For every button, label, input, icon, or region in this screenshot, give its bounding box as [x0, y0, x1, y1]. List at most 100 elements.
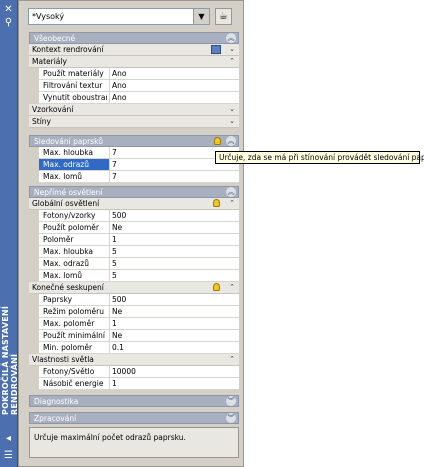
- auto-hide-icon[interactable]: ◂: [2, 433, 15, 445]
- preset-value: *Vysoký: [32, 12, 65, 21]
- properties-toggle-icon[interactable]: ⚲: [2, 17, 15, 29]
- property-row[interactable]: Režim poloměru Ne: [39, 306, 239, 318]
- property-value[interactable]: Ne: [109, 330, 239, 341]
- palette-titlebar[interactable]: ✕ ⚲ POKROČILÁ NASTAVENÍ RENDROVÁNÍ ◂ ☰: [0, 0, 19, 467]
- property-name: Použít materiály: [43, 69, 104, 78]
- render-context-icon[interactable]: [211, 45, 221, 54]
- category-render-context[interactable]: Kontext rendrování ⌄: [29, 44, 239, 56]
- property-row[interactable]: Použít poloměr Ne: [39, 222, 239, 234]
- chevron-down-icon[interactable]: ▼: [193, 9, 209, 24]
- property-row[interactable]: Vynutit oboustrannou Ano: [39, 92, 239, 104]
- property-value[interactable]: Ne: [109, 222, 239, 233]
- section-processing-header[interactable]: Zpracování ︾: [29, 412, 239, 424]
- property-row[interactable]: Fotony/Světlo 10000: [39, 366, 239, 378]
- section-title: Zpracování: [34, 414, 77, 423]
- category-label: Kontext rendrování: [32, 45, 104, 54]
- chevron-up-icon[interactable]: ⌃: [227, 198, 237, 208]
- property-value[interactable]: 1: [109, 318, 239, 329]
- category-materials[interactable]: Materiály ⌃: [29, 56, 239, 68]
- property-row[interactable]: Použít minimální Ne: [39, 330, 239, 342]
- property-name: Max. lomů: [43, 271, 83, 280]
- render-button[interactable]: ☕: [215, 8, 232, 25]
- property-name: Max. hloubka: [43, 247, 94, 256]
- property-row[interactable]: Fotony/vzorky 500: [39, 210, 239, 222]
- lightbulb-icon[interactable]: [213, 199, 220, 207]
- section-diagnostics-header[interactable]: Diagnostika ︾: [29, 395, 239, 407]
- property-value[interactable]: 1: [109, 378, 239, 389]
- property-name: Poloměr: [43, 235, 74, 244]
- property-name: Fotony/Světlo: [43, 367, 95, 376]
- category-sampling[interactable]: Vzorkování ⌄: [29, 104, 239, 116]
- category-light-properties[interactable]: Vlastnosti světla ⌃: [29, 354, 239, 366]
- property-row[interactable]: Použít materiály Ano: [39, 68, 239, 80]
- chevron-up-icon[interactable]: ⌃: [227, 282, 237, 292]
- property-value[interactable]: 500: [109, 294, 239, 305]
- property-value[interactable]: 5: [109, 246, 239, 257]
- chevron-down-icon[interactable]: ︾: [226, 413, 236, 423]
- property-value[interactable]: Ano: [109, 92, 239, 103]
- property-value[interactable]: Ano: [109, 80, 239, 91]
- chevron-up-icon[interactable]: ︽: [226, 33, 236, 43]
- property-row[interactable]: Max. hloubka 5: [39, 246, 239, 258]
- property-value[interactable]: 0.1: [109, 342, 239, 353]
- property-name: Max. lomů: [43, 172, 83, 181]
- chevron-up-icon[interactable]: ⌃: [227, 354, 237, 364]
- chevron-down-icon[interactable]: ⌄: [227, 116, 237, 126]
- properties-icon[interactable]: ☰: [2, 450, 15, 462]
- property-row[interactable]: Poloměr 1: [39, 234, 239, 246]
- chevron-down-icon[interactable]: ⌄: [227, 104, 237, 114]
- property-value[interactable]: 10000: [109, 366, 239, 377]
- property-row[interactable]: Max. lomů 7: [39, 171, 239, 183]
- chevron-up-icon[interactable]: ︽: [226, 187, 236, 197]
- property-row[interactable]: Min. poloměr 0.1: [39, 342, 239, 354]
- property-row[interactable]: Filtrování textur Ano: [39, 80, 239, 92]
- property-row[interactable]: Max. poloměr 1: [39, 318, 239, 330]
- property-name: Max. hloubka: [43, 148, 94, 157]
- pin-icon[interactable]: ✕: [2, 4, 15, 16]
- category-label: Vzorkování: [32, 105, 74, 114]
- category-global-illumination[interactable]: Globální osvětlení ⌃: [29, 198, 239, 210]
- property-value[interactable]: 1: [109, 234, 239, 245]
- section-raytrace-header[interactable]: Sledování paprsků ︽: [29, 135, 239, 147]
- property-value[interactable]: 5: [109, 270, 239, 281]
- section-title: Nepřímé osvětlení: [34, 188, 103, 197]
- property-value[interactable]: 500: [109, 210, 239, 221]
- property-row[interactable]: Max. odrazů 5: [39, 258, 239, 270]
- property-name: Použít poloměr: [43, 223, 99, 232]
- property-name: Max. odrazů: [39, 159, 109, 170]
- property-name: Filtrování textur: [43, 81, 103, 90]
- property-row[interactable]: Paprsky 500: [39, 294, 239, 306]
- property-row-selected[interactable]: Max. odrazů 7: [39, 159, 239, 171]
- property-value[interactable]: Ne: [109, 306, 239, 317]
- property-row[interactable]: Násobič energie 1: [39, 378, 239, 390]
- property-row[interactable]: Max. hloubka 7: [39, 147, 239, 159]
- property-value[interactable]: 7: [109, 171, 239, 182]
- section-general-header[interactable]: Všeobecné ︽: [29, 32, 239, 44]
- property-row[interactable]: Max. lomů 5: [39, 270, 239, 282]
- chevron-up-icon[interactable]: ⌃: [227, 56, 237, 66]
- property-value[interactable]: 5: [109, 258, 239, 269]
- chevron-down-icon[interactable]: ⌄: [227, 44, 237, 54]
- property-name: Max. odrazů: [43, 259, 89, 268]
- lightbulb-icon[interactable]: [213, 283, 220, 291]
- chevron-down-icon[interactable]: ︾: [226, 396, 236, 406]
- category-label: Stíny: [32, 117, 51, 126]
- property-name: Použít minimální: [43, 331, 105, 340]
- description-text: Určuje maximální počet odrazů paprsku.: [34, 433, 186, 442]
- category-label: Konečné seskupení: [32, 283, 104, 292]
- section-indirect-header[interactable]: Nepřímé osvětlení ︽: [29, 186, 239, 198]
- property-name: Násobič energie: [43, 379, 104, 388]
- category-shadows[interactable]: Stíny ⌄: [29, 116, 239, 128]
- chevron-up-icon[interactable]: ︽: [226, 136, 236, 146]
- property-name: Režim poloměru: [43, 307, 104, 316]
- tooltip: Určuje, zda se má při stínování provádět…: [215, 151, 424, 164]
- property-name: Max. poloměr: [43, 319, 95, 328]
- category-label: Materiály: [32, 57, 67, 66]
- category-final-gather[interactable]: Konečné seskupení ⌃: [29, 282, 239, 294]
- section-title: Všeobecné: [34, 34, 76, 43]
- section-title: Diagnostika: [34, 397, 79, 406]
- preset-combo[interactable]: *Vysoký ▼: [28, 8, 210, 25]
- property-value[interactable]: Ano: [109, 68, 239, 79]
- lightbulb-icon[interactable]: [214, 137, 221, 145]
- teapot-render-icon: ☕: [219, 11, 228, 22]
